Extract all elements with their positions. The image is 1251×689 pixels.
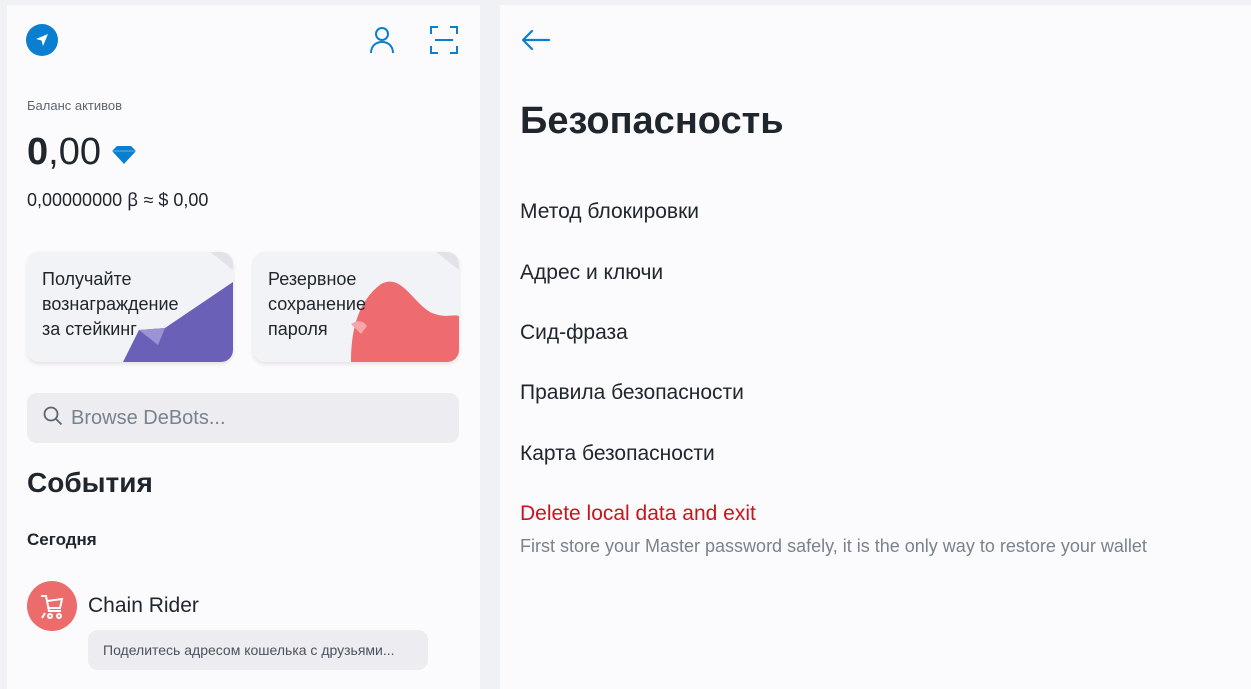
diamond-icon xyxy=(111,131,137,175)
event-message[interactable]: Поделитесь адресом кошелька с друзьями..… xyxy=(88,630,428,670)
menu-item-security-rules[interactable]: Правила безопасности xyxy=(520,381,744,405)
search-input[interactable] xyxy=(71,406,431,430)
events-heading: События xyxy=(27,467,153,498)
promo-cards: Получайте вознаграждение за стейкинг Рез… xyxy=(27,252,480,364)
backup-card-text: Резервное сохранение пароля xyxy=(268,269,366,339)
staking-card-text: Получайте вознаграждение за стейкинг xyxy=(42,269,179,339)
backup-card[interactable]: Резервное сохранение пароля xyxy=(253,252,459,362)
page-title: Безопасность xyxy=(520,100,784,142)
balance-label: Баланс активов xyxy=(27,98,123,113)
delete-local-data-button[interactable]: Delete local data and exit xyxy=(520,502,756,526)
events-group-today: Сегодня xyxy=(27,530,97,549)
balance-fraction: ,00 xyxy=(48,131,101,173)
menu-item-lock-method[interactable]: Метод блокировки xyxy=(520,200,699,224)
scan-qr-icon[interactable] xyxy=(427,23,461,57)
delete-warning-note: First store your Master password safely,… xyxy=(520,536,1147,556)
menu-item-address-keys[interactable]: Адрес и ключи xyxy=(520,261,663,285)
chain-rider-avatar[interactable] xyxy=(27,581,77,631)
menu-item-security-card[interactable]: Карта безопасности xyxy=(520,442,715,466)
cart-icon xyxy=(41,595,64,619)
arrow-left-icon[interactable] xyxy=(516,23,556,57)
security-panel: Безопасность Метод блокировки Адрес и кл… xyxy=(500,5,1251,689)
debots-search[interactable] xyxy=(27,393,459,443)
balance-integer: 0 xyxy=(27,131,49,173)
user-icon[interactable] xyxy=(365,23,399,57)
event-sender-name[interactable]: Chain Rider xyxy=(88,594,199,618)
wallet-sidebar: Баланс активов 0,00 0,00000000 ꞵ ≈ $ 0,0… xyxy=(7,5,480,689)
search-icon xyxy=(43,406,63,431)
menu-item-seed-phrase[interactable]: Сид-фраза xyxy=(520,321,628,345)
balance-amount: 0,00 xyxy=(27,129,137,175)
staking-card[interactable]: Получайте вознаграждение за стейкинг xyxy=(27,252,233,362)
paper-plane-icon[interactable] xyxy=(26,24,58,56)
balance-subtext: 0,00000000 ꞵ ≈ $ 0,00 xyxy=(27,190,209,210)
